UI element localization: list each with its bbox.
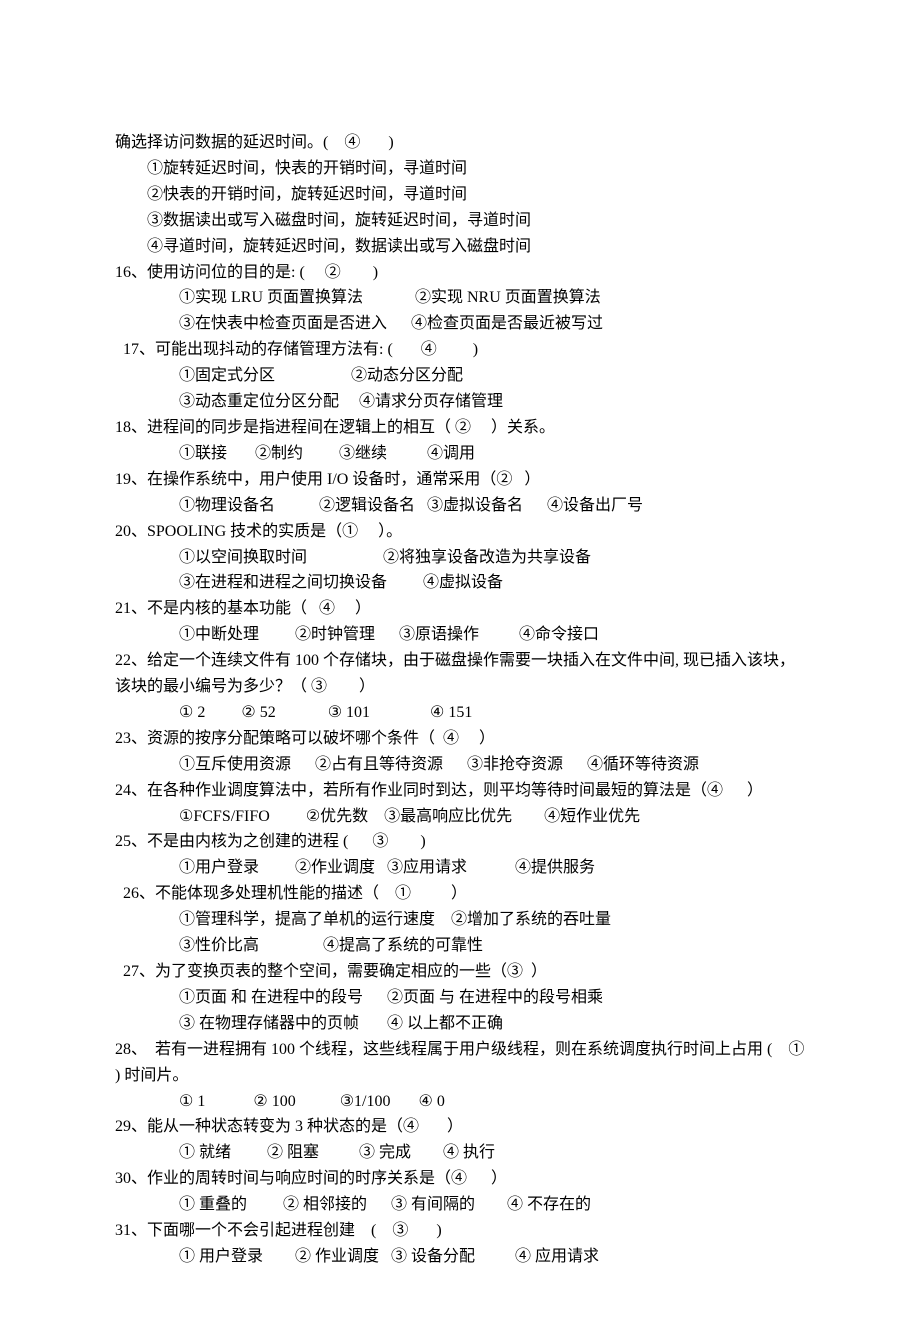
text-line: 23、资源的按序分配策略可以破坏哪个条件（ ④ ） bbox=[115, 726, 805, 752]
text-line: 19、在操作系统中，用户使用 I/O 设备时，通常采用（② ） bbox=[115, 467, 805, 493]
text-line: 28、 若有一进程拥有 100 个线程，这些线程属于用户级线程，则在系统调度执行… bbox=[115, 1037, 805, 1089]
text-line: 24、在各种作业调度算法中，若所有作业同时到达，则平均等待时间最短的算法是（④ … bbox=[115, 778, 805, 804]
text-line: ① 就绪 ② 阻塞 ③ 完成 ④ 执行 bbox=[115, 1140, 805, 1166]
text-line: ①物理设备名 ②逻辑设备名 ③虚拟设备名 ④设备出厂号 bbox=[115, 493, 805, 519]
text-line: 29、能从一种状态转变为 3 种状态的是（④ ） bbox=[115, 1114, 805, 1140]
text-line: ①旋转延迟时间，快表的开销时间，寻道时间 bbox=[115, 156, 805, 182]
text-line: ③数据读出或写入磁盘时间，旋转延迟时间，寻道时间 bbox=[115, 208, 805, 234]
text-line: ① 重叠的 ② 相邻接的 ③ 有间隔的 ④ 不存在的 bbox=[115, 1192, 805, 1218]
text-line: ④寻道时间，旋转延迟时间，数据读出或写入磁盘时间 bbox=[115, 234, 805, 260]
text-line: ①用户登录 ②作业调度 ③应用请求 ④提供服务 bbox=[115, 855, 805, 881]
text-line: ①互斥使用资源 ②占有且等待资源 ③非抢夺资源 ④循环等待资源 bbox=[115, 752, 805, 778]
text-line: ①实现 LRU 页面置换算法 ②实现 NRU 页面置换算法 bbox=[115, 285, 805, 311]
text-line: ① 2 ② 52 ③ 101 ④ 151 bbox=[115, 700, 805, 726]
text-line: ① 用户登录 ② 作业调度 ③ 设备分配 ④ 应用请求 bbox=[115, 1244, 805, 1270]
text-line: ③性价比高 ④提高了系统的可靠性 bbox=[115, 933, 805, 959]
text-line: 21、不是内核的基本功能（ ④ ） bbox=[115, 596, 805, 622]
text-line: ①页面 和 在进程中的段号 ②页面 与 在进程中的段号相乘 bbox=[115, 985, 805, 1011]
text-line: 18、进程间的同步是指进程间在逻辑上的相互（ ② ）关系。 bbox=[115, 415, 805, 441]
text-line: 25、不是由内核为之创建的进程 ( ③ ) bbox=[115, 829, 805, 855]
text-line: ①固定式分区 ②动态分区分配 bbox=[115, 363, 805, 389]
text-line: 20、SPOOLING 技术的实质是（① ）。 bbox=[115, 519, 805, 545]
text-line: ③在快表中检查页面是否进入 ④检查页面是否最近被写过 bbox=[115, 311, 805, 337]
text-line: ①以空间换取时间 ②将独享设备改造为共享设备 bbox=[115, 545, 805, 571]
text-line: ① 1 ② 100 ③1/100 ④ 0 bbox=[115, 1089, 805, 1115]
text-line: 17、可能出现抖动的存储管理方法有: ( ④ ) bbox=[115, 337, 805, 363]
text-line: ③在进程和进程之间切换设备 ④虚拟设备 bbox=[115, 570, 805, 596]
text-line: 30、作业的周转时间与响应时间的时序关系是（④ ） bbox=[115, 1166, 805, 1192]
text-line: 31、下面哪一个不会引起进程创建 ( ③ ) bbox=[115, 1218, 805, 1244]
text-line: ①联接 ②制约 ③继续 ④调用 bbox=[115, 441, 805, 467]
text-line: 27、为了变换页表的整个空间，需要确定相应的一些（③ ） bbox=[115, 959, 805, 985]
text-line: 22、给定一个连续文件有 100 个存储块，由于磁盘操作需要一块插入在文件中间,… bbox=[115, 648, 805, 700]
text-line: ①管理科学，提高了单机的运行速度 ②增加了系统的吞吐量 bbox=[115, 907, 805, 933]
text-line: ②快表的开销时间，旋转延迟时间，寻道时间 bbox=[115, 182, 805, 208]
text-line: ③ 在物理存储器中的页帧 ④ 以上都不正确 bbox=[115, 1011, 805, 1037]
text-line: 确选择访问数据的延迟时间。( ④ ) bbox=[115, 130, 805, 156]
text-line: 26、不能体现多处理机性能的描述（ ① ） bbox=[115, 881, 805, 907]
text-line: ①FCFS/FIFO ②优先数 ③最高响应比优先 ④短作业优先 bbox=[115, 804, 805, 830]
text-line: ③动态重定位分区分配 ④请求分页存储管理 bbox=[115, 389, 805, 415]
text-line: 16、使用访问位的目的是: ( ② ) bbox=[115, 260, 805, 286]
text-line: ①中断处理 ②时钟管理 ③原语操作 ④命令接口 bbox=[115, 622, 805, 648]
